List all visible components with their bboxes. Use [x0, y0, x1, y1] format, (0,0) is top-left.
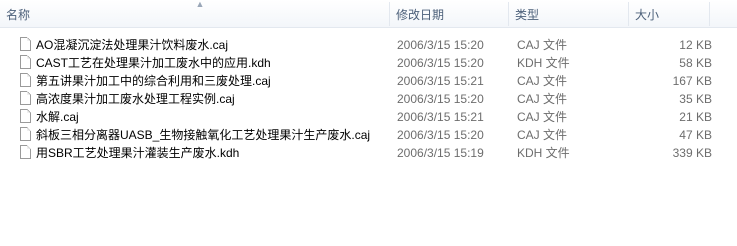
- file-row[interactable]: 斜板三相分离器UASB_生物接触氧化工艺处理果汁生产废水.caj 2006/3/…: [0, 126, 720, 144]
- file-row[interactable]: 水解.caj 2006/3/15 15:21 CAJ 文件 21 KB: [0, 108, 720, 126]
- document-icon: [20, 127, 31, 141]
- file-modified: 2006/3/15 15:20: [397, 128, 484, 142]
- column-header-size[interactable]: 大小: [629, 0, 709, 27]
- file-type: CAJ 文件: [517, 38, 568, 52]
- file-size: 58 KB: [679, 56, 712, 70]
- file-row[interactable]: CAST工艺在处理果汁加工废水中的应用.kdh 2006/3/15 15:20 …: [0, 54, 720, 72]
- file-row[interactable]: 高浓度果汁加工废水处理工程实例.caj 2006/3/15 15:20 CAJ …: [0, 90, 720, 108]
- document-icon: [20, 37, 31, 51]
- file-type: CAJ 文件: [517, 128, 568, 142]
- file-modified: 2006/3/15 15:21: [397, 74, 484, 88]
- file-name: 水解.caj: [36, 110, 79, 124]
- column-divider[interactable]: [709, 2, 710, 26]
- file-modified: 2006/3/15 15:21: [397, 110, 484, 124]
- file-size: 12 KB: [679, 38, 712, 52]
- file-rows: AO混凝沉淀法处理果汁饮料废水.caj 2006/3/15 15:20 CAJ …: [0, 36, 737, 162]
- file-modified: 2006/3/15 15:19: [397, 146, 484, 160]
- file-row[interactable]: 第五讲果汁加工中的综合利用和三废处理.caj 2006/3/15 15:21 C…: [0, 72, 720, 90]
- file-name: 高浓度果汁加工废水处理工程实例.caj: [36, 92, 235, 106]
- file-size: 21 KB: [679, 110, 712, 124]
- file-type: KDH 文件: [517, 146, 570, 160]
- file-name: 斜板三相分离器UASB_生物接触氧化工艺处理果汁生产废水.caj: [36, 128, 371, 142]
- column-header-modified[interactable]: 修改日期: [390, 0, 508, 27]
- document-icon: [20, 145, 31, 159]
- file-name: 第五讲果汁加工中的综合利用和三废处理.caj: [36, 74, 271, 88]
- file-name: AO混凝沉淀法处理果汁饮料废水.caj: [36, 38, 229, 52]
- file-type: CAJ 文件: [517, 92, 568, 106]
- file-modified: 2006/3/15 15:20: [397, 56, 484, 70]
- file-size: 339 KB: [672, 146, 712, 160]
- file-row[interactable]: 用SBR工艺处理果汁灌装生产废水.kdh 2006/3/15 15:19 KDH…: [0, 144, 720, 162]
- document-icon: [20, 109, 31, 123]
- document-icon: [20, 91, 31, 105]
- document-icon: [20, 55, 31, 69]
- file-modified: 2006/3/15 15:20: [397, 92, 484, 106]
- file-size: 35 KB: [679, 92, 712, 106]
- file-modified: 2006/3/15 15:20: [397, 38, 484, 52]
- file-row[interactable]: AO混凝沉淀法处理果汁饮料废水.caj 2006/3/15 15:20 CAJ …: [0, 36, 720, 54]
- file-type: KDH 文件: [517, 56, 570, 70]
- column-header-bar: 名称 ▲ 修改日期 类型 大小: [0, 0, 737, 28]
- file-type: CAJ 文件: [517, 74, 568, 88]
- sort-ascending-icon: ▲: [195, 0, 205, 9]
- document-icon: [20, 73, 31, 87]
- file-list-view: 名称 ▲ 修改日期 类型 大小 AO混凝沉淀法处理果汁饮料废水.caj 2006…: [0, 0, 737, 246]
- column-header-type[interactable]: 类型: [509, 0, 629, 27]
- file-type: CAJ 文件: [517, 110, 568, 124]
- file-name: 用SBR工艺处理果汁灌装生产废水.kdh: [36, 146, 240, 160]
- file-name: CAST工艺在处理果汁加工废水中的应用.kdh: [36, 56, 271, 70]
- file-size: 167 KB: [672, 74, 712, 88]
- file-size: 47 KB: [679, 128, 712, 142]
